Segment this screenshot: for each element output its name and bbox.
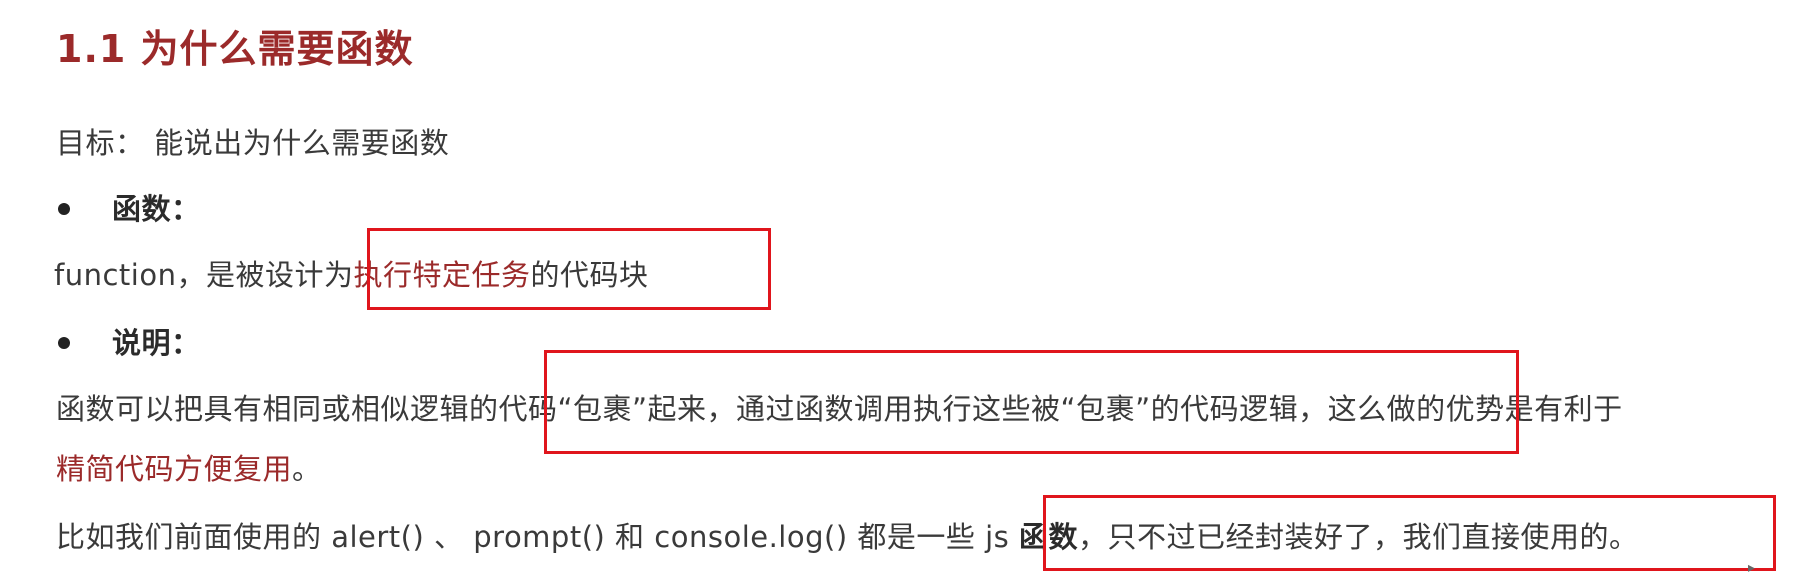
highlight-box-wrap: [544, 350, 1519, 454]
explanation-line-2: 精简代码方便复用。: [56, 446, 322, 488]
definition-prefix: function，是被设计为: [54, 258, 354, 292]
highlight-box-js-function: [1043, 495, 1776, 571]
goal-text: 目标： 能说出为什么需要函数: [56, 126, 450, 160]
explanation-line-2-end: 。: [292, 452, 322, 486]
bullet-label-function: 函数：: [112, 192, 201, 226]
explanation-highlight: 精简代码方便复用: [56, 452, 293, 486]
bullet-label-explanation: 说明：: [112, 326, 201, 360]
bullet-icon: [58, 337, 70, 349]
section-title: 1.1 为什么需要函数: [56, 27, 414, 71]
example-prefix: 比如我们前面使用的 alert() 、 prompt() 和 console.l…: [56, 520, 1019, 554]
highlight-box-task: [367, 228, 771, 310]
bullet-icon: [58, 203, 70, 215]
